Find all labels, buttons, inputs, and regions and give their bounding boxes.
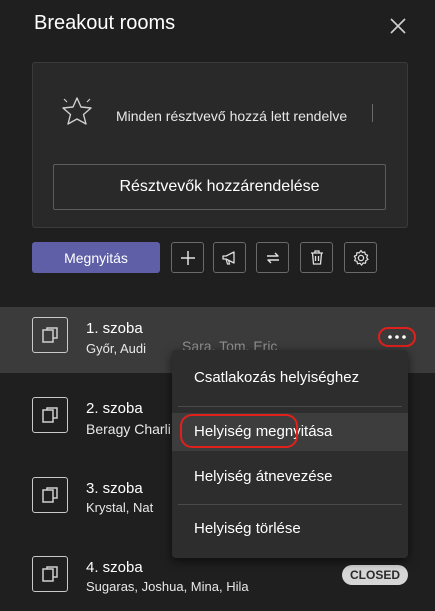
recreate-icon [266, 252, 279, 263]
menu-item-rename-room[interactable]: Helyiség átnevezése [172, 458, 408, 496]
menu-item-label: Helyiség átnevezése [194, 468, 333, 485]
open-rooms-label: Megnyitás [64, 249, 128, 266]
menu-item-join-room[interactable]: Csatlakozás helyiséghez [172, 359, 408, 397]
open-rooms-button[interactable]: Megnyitás [32, 242, 160, 273]
announcement-icon [221, 250, 235, 265]
room-context-menu: Csatlakozás helyiséghez Helyiség megnyit… [172, 350, 408, 558]
room-members: Sugaras, Joshua, Mina, Hila [86, 579, 249, 594]
more-options-icon [388, 335, 406, 339]
room-settings-button[interactable] [344, 242, 377, 273]
sparkle-star-icon [60, 95, 94, 127]
card-divider [372, 104, 373, 122]
assign-participants-label: Résztvevők hozzárendelése [119, 178, 320, 195]
room-members: Győr, Audi [86, 341, 146, 356]
menu-divider [178, 504, 402, 505]
room-name: 4. szoba [86, 559, 143, 576]
room-members: Krystal, Nat [86, 500, 154, 515]
assign-participants-button[interactable]: Résztvevők hozzárendelése [53, 164, 386, 210]
menu-item-label: Csatlakozás helyiséghez [194, 369, 360, 386]
menu-item-label: Helyiség törlése [194, 520, 301, 537]
assignment-message: Minden résztvevő hozzá lett rendelve [116, 108, 348, 124]
menu-item-delete-room[interactable]: Helyiség törlése [172, 510, 408, 548]
room-name: 1. szoba [86, 320, 143, 337]
delete-rooms-button[interactable] [300, 242, 333, 273]
room-members: Beragy Charli [86, 421, 171, 437]
menu-divider [178, 406, 402, 407]
announcement-button[interactable] [213, 242, 246, 273]
recreate-rooms-button[interactable] [256, 242, 289, 273]
panel-title: Breakout rooms [34, 12, 176, 34]
delete-icon [310, 250, 323, 265]
room-name: 3. szoba [86, 480, 143, 497]
room-name: 2. szoba [86, 400, 143, 417]
room-icon [32, 477, 68, 513]
add-room-button[interactable] [171, 242, 204, 273]
close-icon [390, 18, 406, 34]
close-button[interactable] [386, 14, 410, 38]
room-icon [32, 397, 68, 433]
open-room-highlight [180, 414, 298, 448]
room-icon [32, 317, 68, 353]
add-icon [180, 250, 195, 265]
more-options-button[interactable] [378, 327, 416, 347]
room-icon [32, 556, 68, 592]
settings-icon [353, 249, 369, 266]
status-badge: CLOSED [342, 565, 408, 585]
